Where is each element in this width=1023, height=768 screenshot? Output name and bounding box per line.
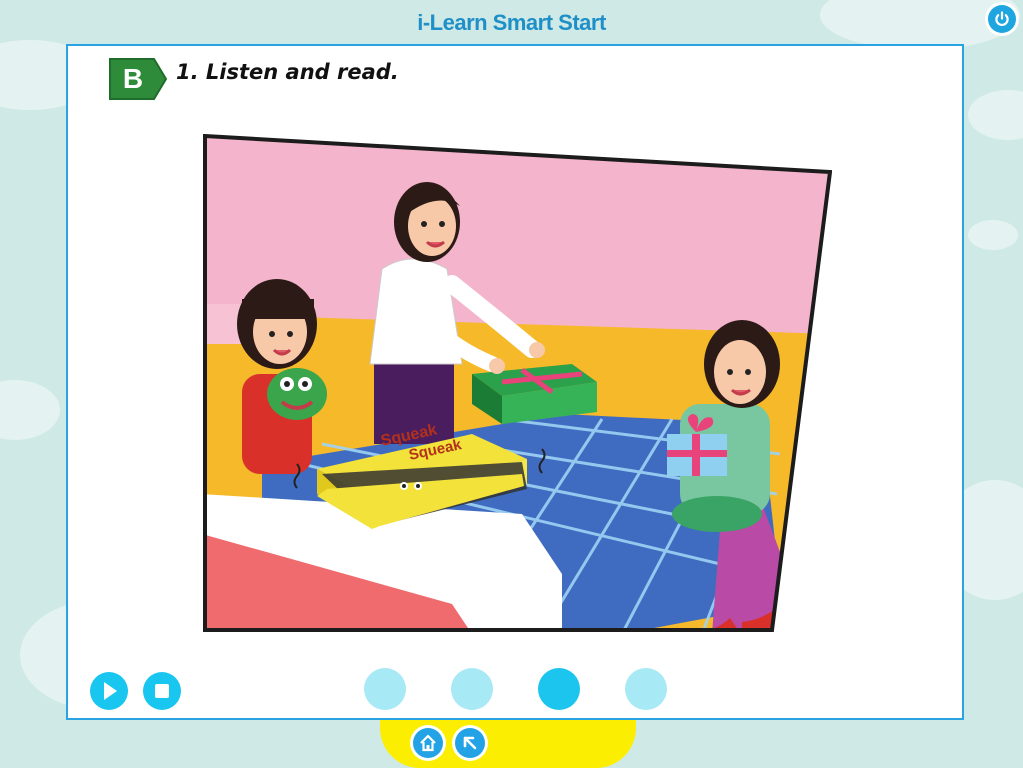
page-dot-1[interactable] [364, 668, 406, 710]
app-title: i-Learn Smart Start [417, 10, 606, 35]
page-dot-4[interactable] [625, 668, 667, 710]
section-heading: 1. Listen and read. [176, 60, 399, 84]
stop-icon [155, 684, 169, 698]
play-icon [104, 682, 117, 700]
story-illustration: Squeak Squeak [202, 133, 833, 638]
background-cloud [0, 380, 60, 440]
stop-button[interactable] [141, 670, 183, 712]
section-badge: B [106, 56, 168, 106]
back-button[interactable] [452, 725, 488, 761]
background-cloud [968, 220, 1018, 250]
section-badge-letter: B [123, 63, 143, 94]
power-button[interactable] [985, 2, 1019, 36]
power-icon [988, 5, 1016, 33]
background-cloud [968, 90, 1023, 140]
page-dot-2[interactable] [451, 668, 493, 710]
page-dot-3[interactable] [538, 668, 580, 710]
back-arrow-icon [463, 736, 477, 750]
home-button[interactable] [410, 725, 446, 761]
play-button[interactable] [88, 670, 130, 712]
home-icon [420, 734, 436, 752]
lesson-panel: B 1. Listen and read. Squeak Squeak [66, 44, 964, 720]
